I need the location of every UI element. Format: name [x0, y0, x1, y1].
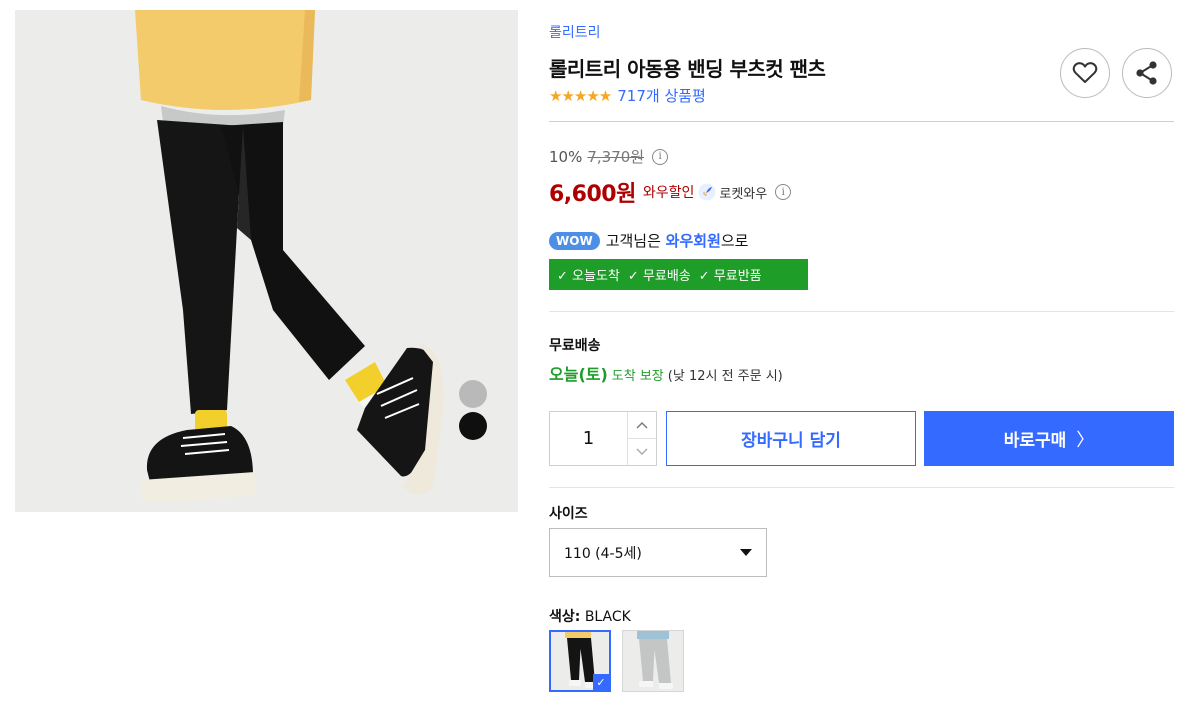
add-to-cart-button[interactable]: 장바구니 담기 [666, 411, 916, 466]
brand-link[interactable]: 롤리트리 [549, 22, 601, 42]
shipping-guarantee: 도착 보장 [611, 369, 664, 384]
color-selected-value: BLACK [584, 609, 631, 625]
wow-badge: WOW [549, 231, 600, 250]
discount-rate: 10% [549, 147, 583, 166]
quantity-increase-button[interactable] [628, 412, 656, 439]
chevron-right-icon: 〉 [1076, 429, 1095, 451]
quantity-decrease-button[interactable] [628, 439, 656, 465]
color-swatch-black[interactable]: ✓ [549, 630, 611, 692]
sale-price-row: 6,600원 와우할인 로켓와우 i [549, 176, 792, 208]
wishlist-button[interactable] [1060, 48, 1110, 98]
caret-down-icon [740, 549, 752, 556]
product-title: 롤리트리 아동용 밴딩 부츠컷 팬츠 [549, 57, 826, 81]
membership-highlight: 와우회원 [665, 232, 721, 250]
share-icon [1136, 61, 1157, 85]
rocket-wow-label: 로켓와우 [719, 186, 768, 202]
rating-summary: ★★★★★ 717개 상품평 [549, 85, 706, 106]
actions-divider [549, 487, 1174, 488]
rocket-info-icon[interactable]: i [775, 184, 792, 200]
selected-check-icon: ✓ [593, 674, 609, 690]
heart-icon [1072, 62, 1098, 83]
color-row: 색상: BLACK [549, 606, 631, 626]
shipping-label: 무료배송 [549, 338, 601, 354]
product-main-image [15, 10, 518, 512]
share-button[interactable] [1122, 48, 1172, 98]
benefit-free-shipping: ✓ 무료배송 [627, 269, 691, 284]
benefit-today-arrival: ✓ 오늘도착 [557, 269, 620, 284]
size-selected-value: 110 (4-5세) [564, 545, 642, 562]
shipping-day: 오늘(토) [549, 365, 608, 384]
size-select[interactable]: 110 (4-5세) [549, 528, 767, 577]
quantity-stepper: 1 [549, 411, 657, 466]
wow-discount-label: 와우할인 [642, 185, 695, 201]
product-info-panel: 롤리트리 롤리트리 아동용 밴딩 부츠컷 팬츠 ★★★★★ 717개 상품평 1… [549, 0, 1174, 703]
membership-suffix: 으로 [720, 232, 749, 250]
size-label: 사이즈 [549, 506, 588, 522]
gray-pants-thumbnail [623, 631, 683, 691]
original-price: 7,370원 [587, 148, 645, 166]
buy-now-button[interactable]: 바로구매 〉 [924, 411, 1174, 466]
star-rating: ★★★★★ [549, 86, 612, 105]
shipping-row: 오늘(토) 도착 보장 (낮 12시 전 주문 시) [549, 361, 783, 385]
sale-price: 6,600원 [549, 182, 636, 207]
buy-now-label: 바로구매 [1003, 431, 1067, 451]
chevron-down-icon [636, 448, 648, 455]
price-info-icon[interactable]: i [652, 148, 669, 165]
review-count-link[interactable]: 717개 상품평 [617, 85, 706, 106]
rocket-icon [698, 183, 716, 201]
product-photo-illustration [15, 10, 518, 512]
price-divider [549, 311, 1174, 312]
benefit-free-return: ✓ 무료반품 [698, 269, 762, 284]
quantity-input[interactable]: 1 [550, 412, 627, 465]
membership-prefix: 고객님은 [605, 232, 661, 250]
header-divider [549, 121, 1174, 122]
color-swatch-gray[interactable] [622, 630, 684, 692]
quantity-steppers [627, 412, 656, 465]
color-label: 색상: [549, 609, 581, 625]
shipping-note: (낮 12시 전 주문 시) [667, 369, 783, 384]
wow-benefits-bar: ✓ 오늘도착 ✓ 무료배송 ✓ 무료반품 [549, 259, 808, 290]
chevron-up-icon [636, 422, 648, 429]
gray-color-dot [459, 380, 487, 408]
membership-row: WOW 고객님은 와우회원 으로 [549, 230, 748, 251]
black-color-dot [459, 412, 487, 440]
original-price-row: 10% 7,370원 i [549, 146, 669, 167]
